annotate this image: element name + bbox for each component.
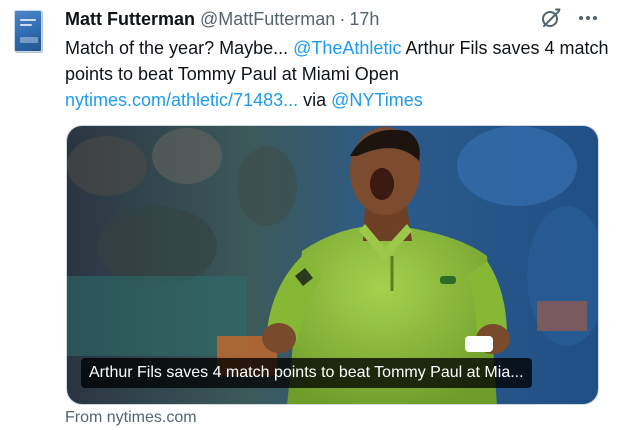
avatar-decor [20, 19, 36, 21]
article-link[interactable]: nytimes.com/athletic/71483... [65, 90, 298, 110]
tweet[interactable]: Matt Futterman @MattFutterman · 17h Matc… [0, 0, 637, 430]
mention-nytimes[interactable]: @NYTimes [331, 90, 423, 110]
author-handle[interactable]: @MattFutterman [200, 9, 335, 30]
avatar-decor [20, 24, 32, 26]
author-name[interactable]: Matt Futterman [65, 9, 195, 30]
mention-theathletic[interactable]: @TheAthletic [293, 38, 401, 58]
avatar[interactable] [14, 10, 42, 52]
separator-dot: · [339, 8, 346, 29]
link-card-image[interactable]: Arthur Fils saves 4 match points to beat… [66, 125, 599, 405]
tweet-header: Matt Futterman @MattFutterman · 17h [65, 8, 379, 30]
tweet-text: Match of the year? Maybe... @TheAthletic… [65, 35, 610, 113]
tweet-text-part: Match of the year? Maybe... [65, 38, 294, 58]
link-card-source[interactable]: From nytimes.com [65, 409, 197, 427]
link-card-caption: Arthur Fils saves 4 match points to beat… [81, 358, 532, 388]
more-options-icon[interactable] [576, 6, 600, 30]
tweet-text-part: via [298, 90, 332, 110]
grok-icon[interactable] [539, 6, 563, 30]
tweet-timestamp[interactable]: 17h [349, 9, 379, 30]
avatar-decor [20, 37, 38, 43]
